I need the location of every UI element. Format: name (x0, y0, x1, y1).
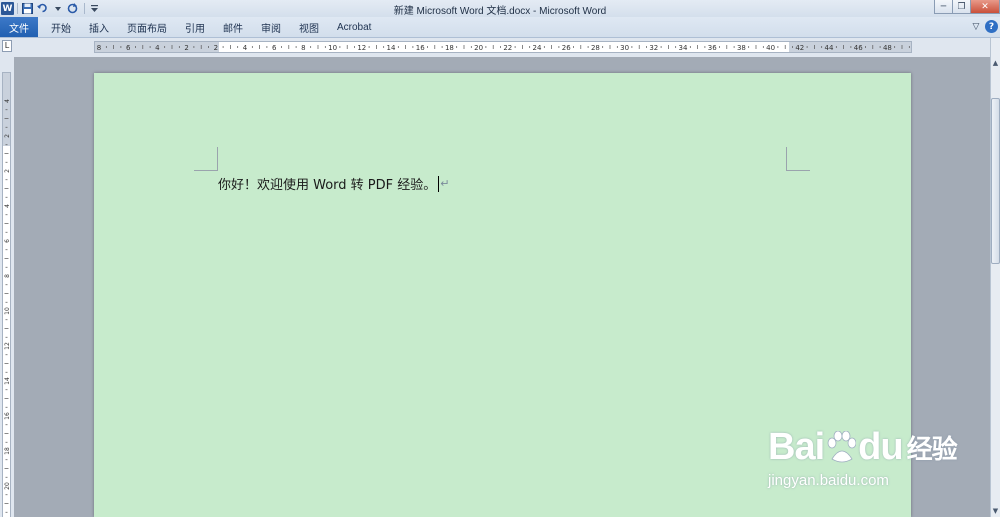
scroll-down-icon[interactable]: ▼ (991, 506, 1000, 516)
ruler-tick-label: 32 (649, 44, 658, 52)
vertical-ruler-tick-label: 4 (4, 99, 10, 103)
tab-home[interactable]: 开始 (42, 17, 80, 37)
paragraph-mark-icon: ↵ (440, 177, 450, 190)
document-paragraph[interactable]: 你好！欢迎使用 Word 转 PDF 经验。 ↵ (218, 174, 450, 193)
vertical-ruler-tick-label: 16 (4, 412, 10, 420)
ruler-tick-label: 40 (766, 44, 775, 52)
vertical-ruler-tick-label: 8 (4, 274, 10, 278)
tab-view[interactable]: 视图 (290, 17, 328, 37)
minimize-button[interactable]: ─ (934, 0, 953, 14)
minimize-ribbon-icon[interactable]: ▽ (970, 21, 982, 33)
undo-icon[interactable] (36, 2, 49, 15)
ruler-tick-label: 4 (155, 44, 160, 52)
ruler-tick-label: 14 (387, 44, 396, 52)
vertical-ruler-tick-label: 18 (4, 447, 10, 455)
ruler-tick-label: 42 (795, 44, 804, 52)
window-controls: ─ ❐ ✕ (934, 0, 1000, 14)
restore-button[interactable]: ❐ (952, 0, 971, 14)
paragraph-text: 你好！欢迎使用 Word 转 PDF 经验。 (218, 178, 437, 193)
vertical-ruler-column: 4 2 2 4 6 8 10 12 14 16 18 20 (0, 57, 14, 517)
document-page[interactable]: 你好！欢迎使用 Word 转 PDF 经验。 ↵ (94, 73, 911, 517)
horizontal-ruler[interactable]: 8 6 4 2 2 4 6 8 10 12 14 16 18 20 22 24 26 28 30 32 34 36 38 40… (94, 41, 912, 53)
tab-page-layout[interactable]: 页面布局 (118, 17, 176, 37)
ruler-tick-label: 36 (708, 44, 717, 52)
vertical-ruler-tick-label: 4 (4, 204, 10, 208)
scroll-up-icon[interactable]: ▲ (991, 58, 1000, 68)
tab-insert[interactable]: 插入 (80, 17, 118, 37)
tab-references[interactable]: 引用 (176, 17, 214, 37)
ruler-tick-label: 12 (357, 44, 366, 52)
help-icon[interactable]: ? (985, 20, 998, 33)
vertical-ruler-tick-label: 2 (4, 134, 10, 138)
ruler-tick-label: 2 (214, 44, 218, 52)
ruler-tick-label: 10 (328, 44, 337, 52)
vertical-ruler-tick-label: 10 (4, 307, 10, 315)
text-cursor (438, 175, 440, 192)
tab-review[interactable]: 审阅 (252, 17, 290, 37)
vertical-ruler-tick-label: 14 (4, 377, 10, 385)
ruler-tick-label: 34 (679, 44, 688, 52)
ruler-tick-label: 6 (126, 44, 131, 52)
vertical-ruler-tick-label: 6 (4, 239, 10, 243)
ruler-tick-label: 30 (620, 44, 629, 52)
scrollbar-thumb[interactable] (991, 98, 1000, 264)
tab-mailings[interactable]: 邮件 (214, 17, 252, 37)
ruler-tick-label: 8 (97, 44, 101, 52)
ruler-tick-label: 26 (562, 44, 571, 52)
vertical-ruler[interactable]: 4 2 2 4 6 8 10 12 14 16 18 20 (2, 72, 11, 517)
ruler-tick-label: 6 (272, 44, 277, 52)
ribbon-right-controls: ▽ ? (970, 20, 998, 33)
tab-file[interactable]: 文件 (0, 17, 38, 37)
ruler-tick-label: 46 (854, 44, 863, 52)
qat-separator (84, 3, 85, 14)
crop-mark-top-right (786, 147, 810, 171)
ruler-tick-label: 22 (503, 44, 512, 52)
quick-access-toolbar: W (0, 0, 103, 17)
tab-selector-button[interactable]: L (2, 40, 12, 52)
ruler-tick-label: 18 (445, 44, 454, 52)
vertical-ruler-tick-label: 12 (4, 342, 10, 350)
vertical-scrollbar[interactable]: ▲ ▼ (990, 38, 1000, 517)
qat-separator (17, 3, 18, 14)
tab-acrobat[interactable]: Acrobat (328, 17, 380, 37)
word-app-icon[interactable]: W (1, 2, 14, 15)
close-button[interactable]: ✕ (970, 0, 1000, 14)
ruler-tick-label: 8 (301, 44, 305, 52)
ruler-tick-label: 38 (737, 44, 746, 52)
ruler-tick-label: 20 (474, 44, 483, 52)
ruler-row: L 8 6 4 2 2 4 6 8 10 12 14 16 18 20 22 24 26 28 30 32 34 36 38… (0, 38, 1000, 57)
dropdown-arrow-icon[interactable] (51, 2, 64, 15)
ruler-tick-label: 24 (533, 44, 542, 52)
ruler-tick-label: 44 (825, 44, 834, 52)
document-area[interactable]: 你好！欢迎使用 Word 转 PDF 经验。 ↵ (14, 57, 990, 517)
ruler-tick-label: 16 (416, 44, 425, 52)
redo-icon[interactable] (66, 2, 79, 15)
save-icon[interactable] (21, 2, 34, 15)
ruler-tick-label: 2 (184, 44, 188, 52)
vertical-ruler-tick-label: 2 (4, 169, 10, 173)
ruler-tick-label: 48 (883, 44, 892, 52)
ribbon-tab-bar: 文件 开始 插入 页面布局 引用 邮件 审阅 视图 Acrobat ▽ ? (0, 17, 1000, 38)
ruler-tick-label: 4 (243, 44, 248, 52)
vertical-ruler-tick-label: 20 (4, 482, 10, 490)
title-bar: W 新建 Microsoft Word 文档.docx - Microsoft … (0, 0, 1000, 17)
ruler-tick-label: 28 (591, 44, 600, 52)
ruler-ticks: 8 6 4 2 2 4 6 8 10 12 14 16 18 20 22 24 26 28 30 32 34 36 38 40… (97, 44, 910, 52)
window-title: 新建 Microsoft Word 文档.docx - Microsoft Wo… (393, 6, 607, 17)
customize-icon[interactable] (88, 2, 101, 15)
crop-mark-top-left (194, 147, 218, 171)
vertical-ruler-ticks: 4 2 2 4 6 8 10 12 14 16 18 20 (4, 99, 10, 513)
